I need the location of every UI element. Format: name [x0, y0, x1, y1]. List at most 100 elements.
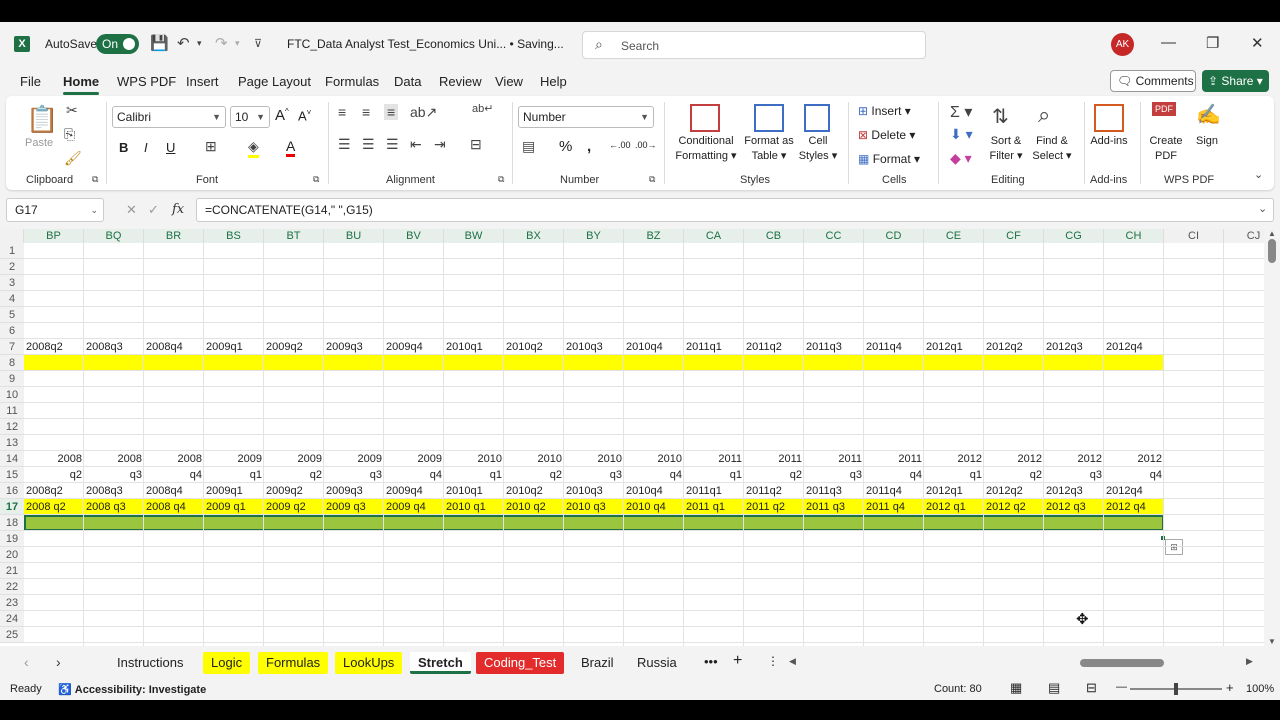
format-cells-button[interactable]: ▦ Format ▾	[858, 152, 920, 166]
menu-review[interactable]: Review	[439, 74, 482, 89]
comma-style-icon[interactable]: ,	[587, 138, 591, 155]
orientation-icon[interactable]: ab↗	[410, 104, 437, 121]
cell-bt14[interactable]: 2009	[264, 451, 324, 467]
row-header-12[interactable]: 12	[0, 419, 24, 435]
sheet-tab-formulas[interactable]: Formulas	[258, 652, 329, 674]
sheet-tab-brazil[interactable]: Brazil	[573, 652, 622, 674]
cell-bs15[interactable]: q1	[204, 467, 264, 483]
row-header-6[interactable]: 6	[0, 323, 24, 339]
name-box[interactable]: G17 ⌄	[6, 198, 104, 222]
row-header-1[interactable]: 1	[0, 243, 24, 259]
cell-ca14[interactable]: 2011	[684, 451, 744, 467]
find-select-icon[interactable]: ⌕	[1038, 102, 1050, 128]
sign-label[interactable]: Sign	[1192, 134, 1222, 149]
more-sheets-icon[interactable]: •••	[704, 654, 718, 669]
column-header-bt[interactable]: BT	[264, 229, 324, 243]
borders-icon[interactable]: ⊞	[205, 138, 217, 155]
row-header-25[interactable]: 25	[0, 627, 24, 643]
menu-page-layout[interactable]: Page Layout	[238, 74, 311, 89]
cell-bu14[interactable]: 2009	[324, 451, 384, 467]
column-header-bu[interactable]: BU	[324, 229, 384, 243]
cell-bw17[interactable]: 2010 q1	[444, 499, 504, 515]
comments-button[interactable]: 🗨 Comments	[1110, 70, 1196, 92]
number-format-select[interactable]: Number ▼	[518, 106, 654, 128]
clipboard-launcher-icon[interactable]: ⧉	[92, 174, 98, 185]
insert-function-icon[interactable]: fx	[172, 202, 184, 217]
cell-bz14[interactable]: 2010	[624, 451, 684, 467]
cell-cf16[interactable]: 2012q2	[984, 483, 1044, 499]
cell-bt16[interactable]: 2009q2	[264, 483, 324, 499]
font-color-icon[interactable]: A	[286, 138, 296, 157]
cell-ch7[interactable]: 2012q4	[1104, 339, 1164, 355]
align-left-icon[interactable]: ☰	[338, 136, 351, 153]
row-header-10[interactable]: 10	[0, 387, 24, 403]
cell-cb16[interactable]: 2011q2	[744, 483, 804, 499]
cell-styles-label[interactable]: Cell Styles ▾	[798, 134, 838, 164]
cell-ch16[interactable]: 2012q4	[1104, 483, 1164, 499]
cell-br7[interactable]: 2008q4	[144, 339, 204, 355]
sign-icon[interactable]: ✍	[1196, 102, 1221, 127]
cell-cb17[interactable]: 2011 q2	[744, 499, 804, 515]
quick-analysis-icon[interactable]: ⊞	[1165, 539, 1183, 555]
column-header-by[interactable]: BY	[564, 229, 624, 243]
alignment-launcher-icon[interactable]: ⧉	[498, 174, 504, 185]
cell-bw7[interactable]: 2010q1	[444, 339, 504, 355]
cell-bz16[interactable]: 2010q4	[624, 483, 684, 499]
cell-bz15[interactable]: q4	[624, 467, 684, 483]
cell-bq15[interactable]: q3	[84, 467, 144, 483]
cell-bp16[interactable]: 2008q2	[24, 483, 84, 499]
column-header-bq[interactable]: BQ	[84, 229, 144, 243]
percent-icon[interactable]: %	[559, 138, 572, 155]
cell-bx14[interactable]: 2010	[504, 451, 564, 467]
row-header-24[interactable]: 24	[0, 611, 24, 627]
undo-dropdown-icon[interactable]: ▾	[197, 38, 202, 49]
row-header-5[interactable]: 5	[0, 307, 24, 323]
cell-bs7[interactable]: 2009q1	[204, 339, 264, 355]
cell-bt17[interactable]: 2009 q2	[264, 499, 324, 515]
cell-cc15[interactable]: q3	[804, 467, 864, 483]
column-header-bz[interactable]: BZ	[624, 229, 684, 243]
align-bottom-icon[interactable]: ≡	[384, 104, 399, 120]
share-button[interactable]: ⇪ Share ▾	[1202, 70, 1269, 92]
save-icon[interactable]: 💾	[150, 34, 169, 52]
conditional-formatting-icon[interactable]	[690, 104, 720, 132]
align-center-icon[interactable]: ☰	[362, 136, 375, 153]
column-header-ce[interactable]: CE	[924, 229, 984, 243]
zoom-in-icon[interactable]: +	[1226, 680, 1234, 695]
cell-ca7[interactable]: 2011q1	[684, 339, 744, 355]
menu-home[interactable]: Home	[63, 74, 100, 95]
column-header-bx[interactable]: BX	[504, 229, 564, 243]
cell-bz7[interactable]: 2010q4	[624, 339, 684, 355]
cell-ch14[interactable]: 2012	[1104, 451, 1164, 467]
menu-file[interactable]: File	[20, 74, 41, 89]
row-header-7[interactable]: 7	[0, 339, 24, 355]
hscroll-right-icon[interactable]: ▶	[1246, 656, 1253, 667]
cell-bv16[interactable]: 2009q4	[384, 483, 444, 499]
row-header-22[interactable]: 22	[0, 579, 24, 595]
collapse-ribbon-icon[interactable]: ⌄	[1254, 168, 1263, 181]
cell-cc17[interactable]: 2011 q3	[804, 499, 864, 515]
decrease-decimal-icon[interactable]: .00→	[635, 140, 657, 150]
cell-bv17[interactable]: 2009 q4	[384, 499, 444, 515]
add-ins-icon[interactable]	[1094, 104, 1124, 132]
delete-cells-button[interactable]: ⊠ Delete ▾	[858, 128, 915, 142]
cell-br16[interactable]: 2008q4	[144, 483, 204, 499]
wrap-text-icon[interactable]: ab↵	[472, 102, 493, 115]
cell-ch15[interactable]: q4	[1104, 467, 1164, 483]
menu-data[interactable]: Data	[394, 74, 421, 89]
menu-help[interactable]: Help	[540, 74, 567, 89]
find-select-label[interactable]: Find & Select ▾	[1028, 134, 1076, 164]
restore-icon[interactable]: ❐	[1206, 34, 1219, 52]
cell-cf15[interactable]: q2	[984, 467, 1044, 483]
cell-bt15[interactable]: q2	[264, 467, 324, 483]
insert-cells-button[interactable]: ⊞ Insert ▾	[858, 104, 911, 118]
cell-bp15[interactable]: q2	[24, 467, 84, 483]
align-right-icon[interactable]: ☰	[386, 136, 399, 153]
cell-cd16[interactable]: 2011q4	[864, 483, 924, 499]
cell-bz17[interactable]: 2010 q4	[624, 499, 684, 515]
row-header-20[interactable]: 20	[0, 547, 24, 563]
scroll-up-icon[interactable]: ▲	[1268, 229, 1276, 238]
cell-bw15[interactable]: q1	[444, 467, 504, 483]
sheet-tab-coding-test[interactable]: Coding_Test	[476, 652, 565, 674]
column-header-ci[interactable]: CI	[1164, 229, 1224, 243]
